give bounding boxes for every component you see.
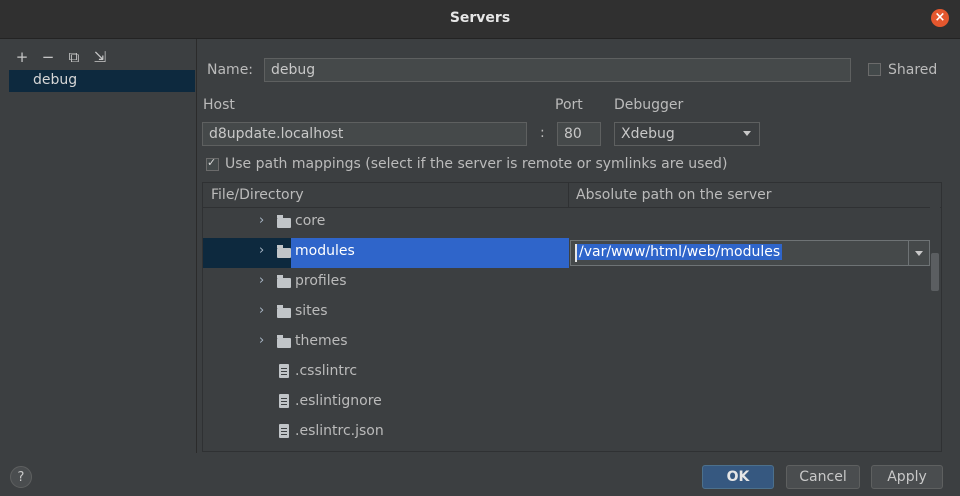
chevron-down-icon	[743, 131, 751, 136]
sidebar-item-label: debug	[33, 72, 78, 88]
file-icon	[279, 394, 289, 408]
table-row[interactable]: › core	[203, 208, 931, 238]
path-mappings-table: File/Directory Absolute path on the serv…	[202, 182, 942, 452]
port-label: Port	[555, 97, 583, 113]
table-scrollbar[interactable]	[930, 207, 940, 450]
row-name: core	[295, 213, 326, 229]
debugger-value: Xdebug	[621, 126, 675, 142]
chevron-right-icon[interactable]: ›	[259, 333, 264, 348]
host-label: Host	[203, 97, 235, 113]
table-header: File/Directory Absolute path on the serv…	[203, 183, 941, 208]
row-name: .eslintrc.json	[295, 423, 384, 439]
folder-icon	[277, 245, 291, 258]
remove-icon[interactable]: −	[40, 47, 56, 67]
path-mappings-label: Use path mappings (select if the server …	[225, 156, 728, 172]
window-title: Servers	[449, 10, 511, 26]
scrollbar-thumb[interactable]	[931, 253, 939, 291]
column-header-file[interactable]: File/Directory	[211, 187, 304, 203]
debugger-label: Debugger	[614, 97, 684, 113]
row-name: modules	[295, 243, 355, 259]
port-field[interactable]: 80	[557, 122, 601, 146]
table-row[interactable]: › sites	[203, 298, 931, 328]
apply-button[interactable]: Apply	[871, 465, 943, 489]
ok-button[interactable]: OK	[702, 465, 774, 489]
name-field[interactable]: debug	[264, 58, 851, 82]
table-row[interactable]: .eslintignore	[203, 388, 931, 418]
row-name: .csslintrc	[295, 363, 358, 379]
row-name: .eslintignore	[295, 393, 382, 409]
host-field[interactable]: d8update.localhost	[202, 122, 527, 146]
absolute-path-editor[interactable]: /var/www/html/web/modules	[570, 240, 930, 266]
name-label: Name:	[207, 62, 254, 78]
chevron-right-icon[interactable]: ›	[259, 243, 264, 258]
add-icon[interactable]: +	[14, 47, 30, 67]
column-divider[interactable]	[568, 183, 569, 207]
absolute-path-value[interactable]: /var/www/html/web/modules	[577, 244, 783, 260]
shared-checkbox[interactable]	[868, 63, 881, 76]
table-row[interactable]: .eslintrc.json	[203, 418, 931, 448]
file-icon	[279, 364, 289, 378]
close-icon[interactable]: ×	[931, 9, 949, 27]
table-row[interactable]: › themes	[203, 328, 931, 358]
chevron-right-icon[interactable]: ›	[259, 213, 264, 228]
folder-icon	[277, 275, 291, 288]
table-row[interactable]: › modules /var/www/html/web/modules	[203, 238, 931, 268]
help-button[interactable]: ?	[10, 466, 32, 488]
path-mappings-checkbox[interactable]	[206, 156, 219, 171]
row-name: profiles	[295, 273, 347, 289]
copy-icon[interactable]: ⧉	[66, 47, 82, 67]
folder-icon	[277, 215, 291, 228]
table-row[interactable]: › profiles	[203, 268, 931, 298]
column-header-absolute-path[interactable]: Absolute path on the server	[576, 187, 772, 203]
folder-icon	[277, 335, 291, 348]
import-icon[interactable]: ⇲	[92, 47, 108, 67]
json-file-icon	[279, 424, 289, 438]
chevron-down-icon[interactable]	[908, 241, 929, 265]
debugger-dropdown[interactable]: Xdebug	[614, 122, 760, 146]
shared-label: Shared	[888, 62, 938, 78]
row-name: sites	[295, 303, 328, 319]
servers-sidebar: + − ⧉ ⇲ debug	[0, 39, 197, 453]
folder-icon	[277, 305, 291, 318]
title-bar: Servers ×	[0, 0, 960, 39]
chevron-right-icon[interactable]: ›	[259, 303, 264, 318]
sidebar-toolbar: + − ⧉ ⇲	[14, 47, 118, 67]
cancel-button[interactable]: Cancel	[786, 465, 860, 489]
table-row[interactable]: .csslintrc	[203, 358, 931, 388]
row-name: themes	[295, 333, 348, 349]
chevron-right-icon[interactable]: ›	[259, 273, 264, 288]
sidebar-item-debug[interactable]: debug	[9, 70, 195, 92]
port-separator: :	[540, 125, 545, 141]
